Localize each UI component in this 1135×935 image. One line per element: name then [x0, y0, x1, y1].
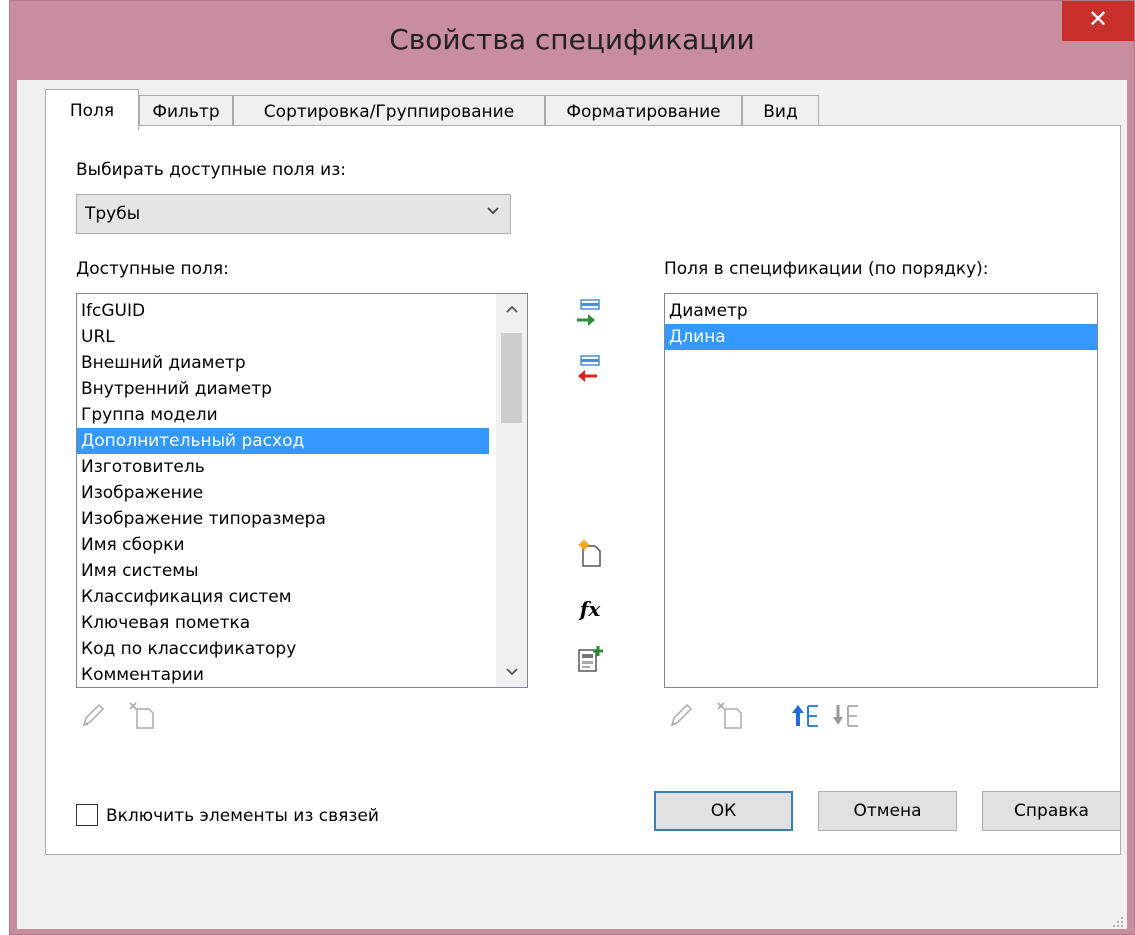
tab-sorting-grouping[interactable]: Сортировка/Группирование	[233, 95, 545, 127]
dialog-client-area: Поля Фильтр Сортировка/Группирование Фор…	[17, 80, 1127, 929]
scheduled-fields-list[interactable]: Диаметр Длина	[664, 293, 1098, 688]
list-item[interactable]: Код по классификатору	[77, 636, 527, 662]
list-item[interactable]: Имя сборки	[77, 532, 527, 558]
new-parameter-icon[interactable]	[574, 537, 606, 569]
scroll-thumb[interactable]	[501, 333, 522, 423]
list-item[interactable]: IfcGUID	[77, 298, 527, 324]
source-category-select[interactable]: Трубы	[76, 194, 511, 234]
tab-appearance[interactable]: Вид	[742, 95, 819, 127]
cancel-button[interactable]: Отмена	[818, 791, 957, 831]
dialog-window: Свойства спецификации ✕ Поля Фильтр Сорт…	[9, 0, 1135, 935]
list-item[interactable]: Изготовитель	[77, 454, 527, 480]
include-links-label[interactable]: Включить элементы из связей	[106, 806, 379, 826]
delete-parameter-icon	[714, 699, 746, 731]
tab-panel-fields: Выбирать доступные поля из: Трубы Доступ…	[45, 125, 1121, 855]
source-selected-value: Трубы	[85, 204, 141, 224]
help-button[interactable]: Справка	[982, 791, 1121, 831]
list-item[interactable]: Внешний диаметр	[77, 350, 527, 376]
scheduled-fields-label: Поля в спецификации (по порядку):	[664, 259, 989, 279]
list-item[interactable]: Классификация систем	[77, 584, 527, 610]
list-item[interactable]: URL	[77, 324, 527, 350]
add-parameter-icon[interactable]	[572, 298, 604, 330]
remove-parameter-icon[interactable]	[572, 354, 604, 386]
move-down-icon	[830, 699, 862, 731]
ok-button[interactable]: ОК	[654, 791, 793, 831]
combine-parameters-icon[interactable]	[574, 643, 606, 675]
available-fields-label: Доступные поля:	[76, 259, 229, 279]
close-button[interactable]: ✕	[1062, 1, 1134, 41]
title-bar[interactable]: Свойства спецификации ✕	[10, 1, 1134, 81]
list-item-selected[interactable]: Дополнительный расход	[77, 428, 489, 454]
list-item[interactable]: Комментарии	[77, 662, 527, 687]
list-item[interactable]: Диаметр	[665, 298, 1097, 324]
list-item[interactable]: Имя системы	[77, 558, 527, 584]
source-label: Выбирать доступные поля из:	[76, 160, 346, 180]
edit-pencil-icon	[76, 699, 108, 731]
include-links-checkbox[interactable]	[76, 804, 98, 826]
tab-filter[interactable]: Фильтр	[139, 95, 233, 127]
list-item[interactable]: Изображение	[77, 480, 527, 506]
available-list-scrollbar[interactable]	[496, 294, 527, 687]
list-item[interactable]: Группа модели	[77, 402, 527, 428]
delete-parameter-icon	[126, 699, 158, 731]
available-fields-list[interactable]: IfcGUID URL Внешний диаметр Внутренний д…	[76, 293, 528, 688]
chevron-down-icon	[486, 203, 500, 223]
list-item[interactable]: Изображение типоразмера	[77, 506, 527, 532]
list-item[interactable]: Внутренний диаметр	[77, 376, 527, 402]
tab-fields[interactable]: Поля	[45, 89, 139, 130]
move-up-icon[interactable]	[790, 699, 822, 731]
resize-grip-icon[interactable]	[1110, 913, 1124, 927]
scroll-down-icon[interactable]	[496, 657, 527, 687]
edit-pencil-icon	[664, 699, 696, 731]
dialog-title: Свойства спецификации	[389, 23, 755, 56]
list-item-selected[interactable]: Длина	[665, 324, 1097, 350]
tab-formatting[interactable]: Форматирование	[545, 95, 742, 127]
scroll-up-icon[interactable]	[496, 294, 527, 324]
list-item[interactable]: Ключевая пометка	[77, 610, 527, 636]
calculated-value-icon[interactable]: fx	[574, 593, 606, 625]
